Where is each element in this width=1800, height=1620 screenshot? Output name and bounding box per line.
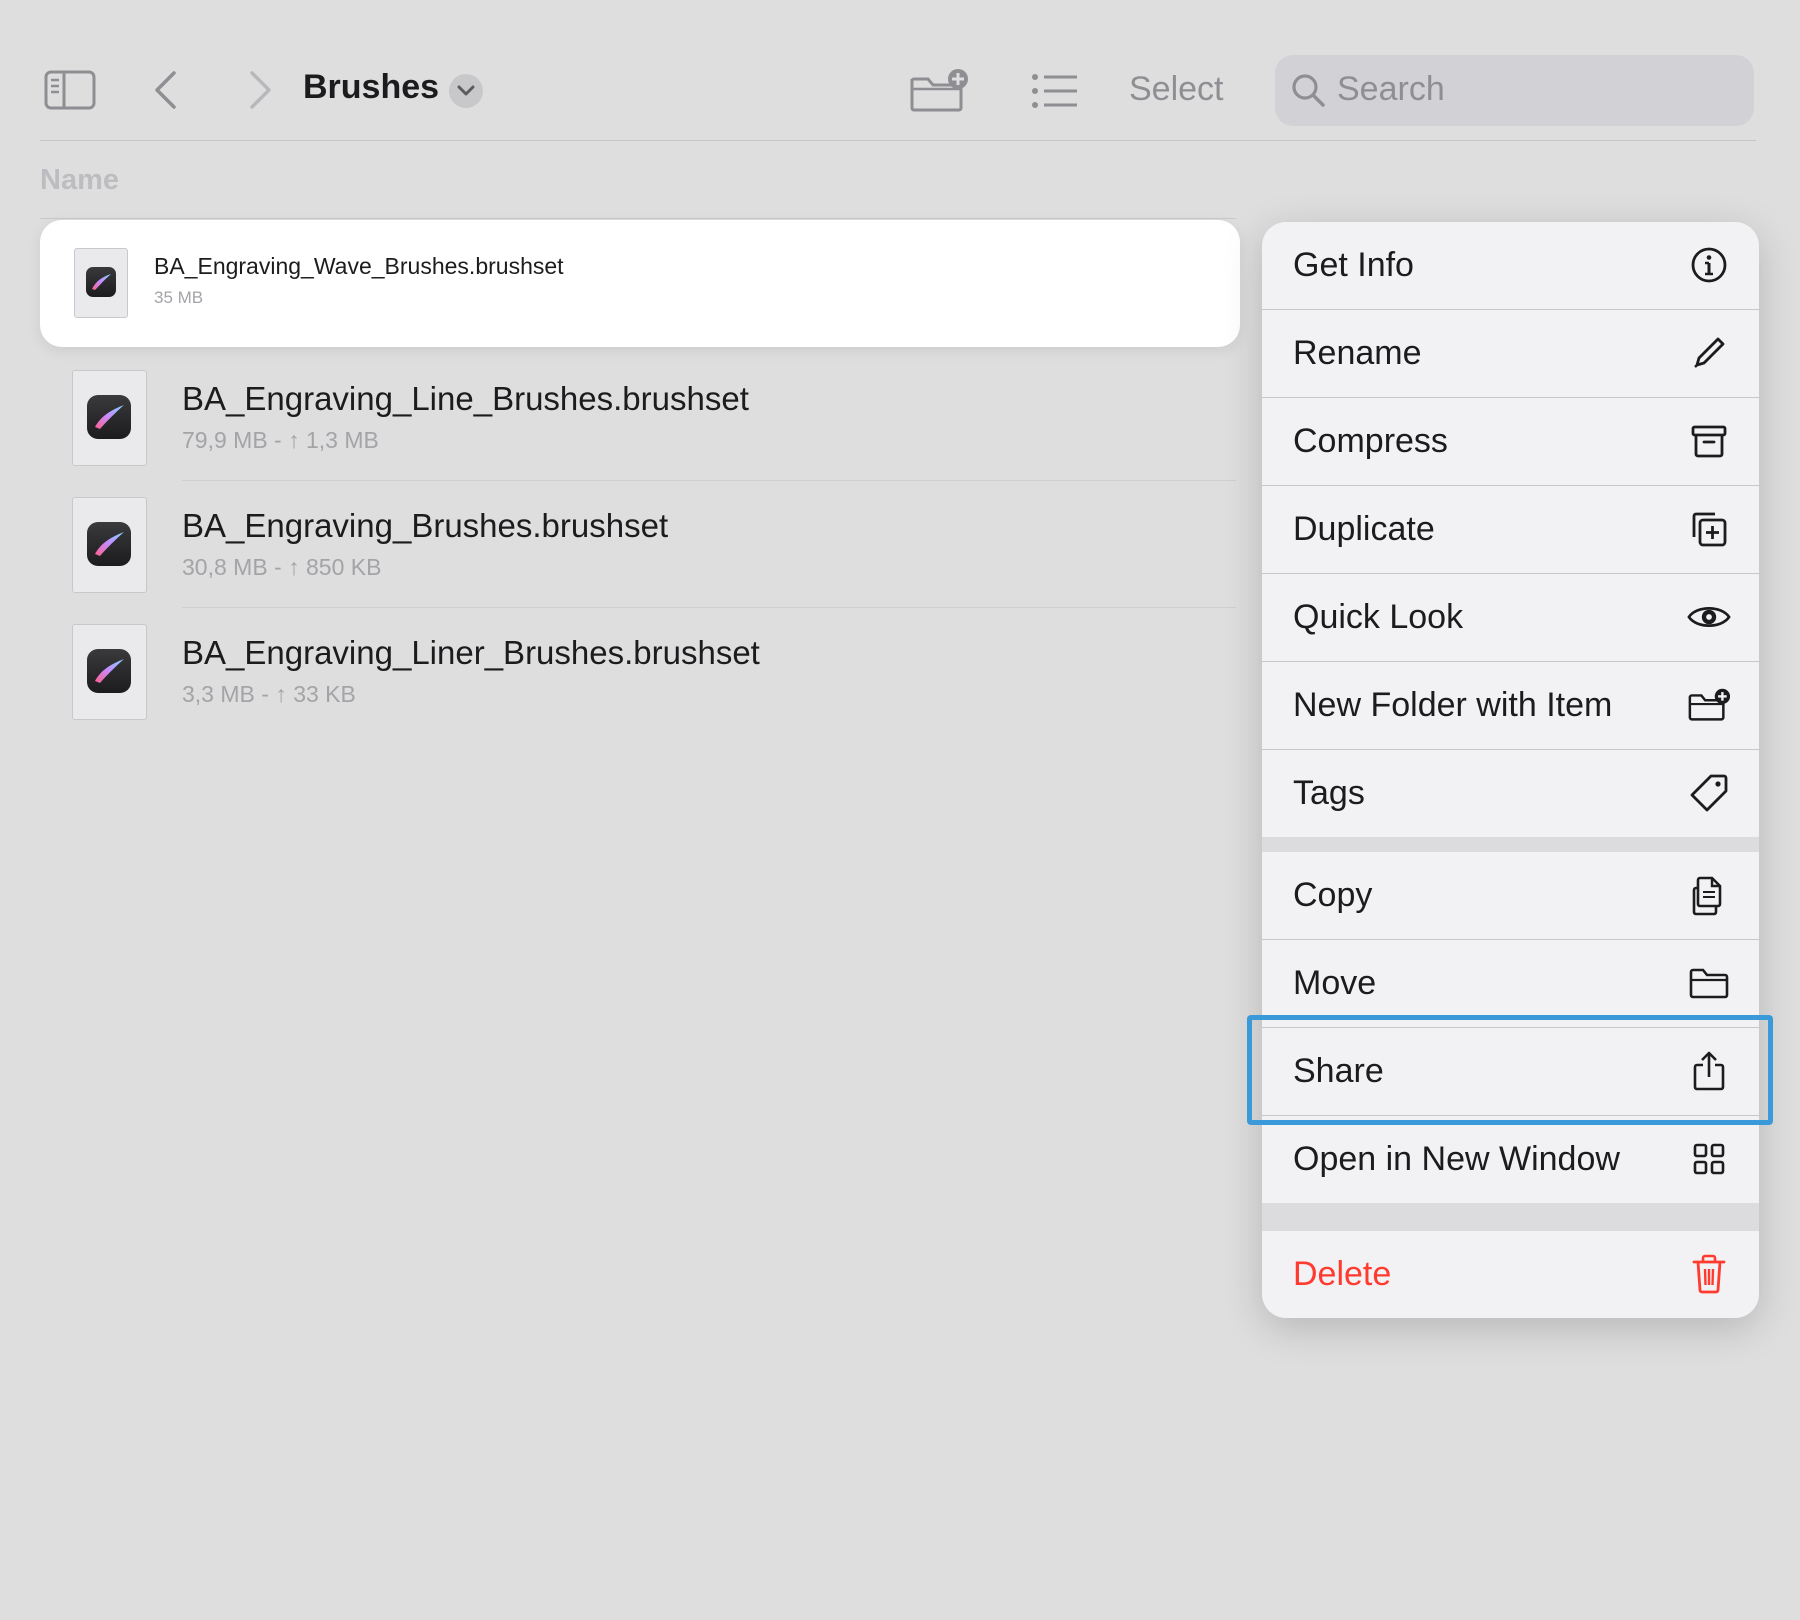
menu-item-label: Delete	[1293, 1255, 1392, 1293]
info-icon	[1687, 243, 1731, 287]
file-thumbnail	[72, 624, 147, 720]
procreate-app-icon	[87, 649, 131, 693]
new-folder-button[interactable]	[909, 66, 971, 114]
tag-icon	[1687, 771, 1731, 815]
folder-icon	[1687, 961, 1731, 1005]
procreate-app-icon	[87, 522, 131, 566]
context-menu: Get Info Rename Compress Duplicate Quick…	[1262, 222, 1759, 1318]
folder-plus-icon	[1687, 683, 1731, 727]
menu-item-delete[interactable]: Delete	[1262, 1231, 1759, 1318]
menu-item-label: Duplicate	[1293, 510, 1435, 548]
pencil-icon	[1687, 331, 1731, 375]
toolbar-divider	[40, 140, 1756, 141]
chevron-right-icon	[250, 71, 271, 109]
file-meta: 30,8 MB - ↑ 850 KB	[182, 554, 382, 580]
menu-item-label: Quick Look	[1293, 598, 1464, 636]
file-meta: 3,3 MB - ↑ 33 KB	[182, 681, 356, 707]
trash-icon	[1687, 1252, 1731, 1296]
forward-button[interactable]	[244, 68, 278, 112]
menu-item-label: New Folder with Item	[1293, 686, 1613, 724]
menu-item-get-info[interactable]: Get Info	[1262, 222, 1759, 309]
magnifier-icon	[1290, 72, 1326, 108]
menu-item-new-folder-with-item[interactable]: New Folder with Item	[1262, 662, 1759, 749]
procreate-app-icon	[86, 267, 116, 297]
menu-item-label: Tags	[1293, 774, 1365, 812]
menu-item-quick-look[interactable]: Quick Look	[1262, 574, 1759, 661]
menu-item-label: Get Info	[1293, 246, 1414, 284]
menu-item-compress[interactable]: Compress	[1262, 398, 1759, 485]
search-placeholder: Search	[1337, 70, 1445, 108]
procreate-app-icon	[87, 395, 131, 439]
selected-file-row[interactable]: BA_Engraving_Wave_Brushes.brushset 35 MB	[40, 220, 1240, 347]
chevron-left-icon	[155, 71, 176, 109]
menu-item-label: Move	[1293, 964, 1377, 1002]
file-meta: 79,9 MB - ↑ 1,3 MB	[182, 427, 379, 453]
grid-icon	[1687, 1137, 1731, 1181]
chevron-down-icon	[457, 85, 475, 96]
search-field[interactable]: Search	[1275, 55, 1754, 126]
duplicate-icon	[1687, 507, 1731, 551]
file-meta: 35 MB	[154, 288, 204, 307]
sidebar-icon[interactable]	[42, 68, 98, 112]
menu-item-duplicate[interactable]: Duplicate	[1262, 486, 1759, 573]
list-icon	[1032, 74, 1077, 108]
archive-box-icon	[1687, 419, 1731, 463]
header-divider	[40, 218, 1236, 219]
menu-item-label: Copy	[1293, 876, 1373, 914]
row-divider	[182, 480, 1236, 481]
eye-icon	[1687, 595, 1731, 639]
select-button[interactable]: Select	[1129, 70, 1224, 109]
menu-item-rename[interactable]: Rename	[1262, 310, 1759, 397]
back-button[interactable]	[148, 68, 182, 112]
file-name: BA_Engraving_Liner_Brushes.brushset	[182, 634, 760, 671]
menu-item-label: Compress	[1293, 422, 1448, 460]
menu-item-copy[interactable]: Copy	[1262, 852, 1759, 939]
copy-document-icon	[1687, 873, 1731, 917]
file-name: BA_Engraving_Wave_Brushes.brushset	[154, 253, 564, 279]
column-header-name[interactable]: Name	[40, 164, 119, 197]
file-thumbnail	[72, 497, 147, 593]
menu-item-open-in-new-window[interactable]: Open in New Window	[1262, 1116, 1759, 1203]
file-thumbnail	[74, 248, 128, 318]
file-name: BA_Engraving_Line_Brushes.brushset	[182, 380, 749, 417]
menu-item-move[interactable]: Move	[1262, 940, 1759, 1027]
folder-plus-icon	[910, 69, 968, 112]
menu-item-label: Open in New Window	[1293, 1140, 1620, 1178]
page-title[interactable]: Brushes	[303, 68, 439, 107]
title-menu-button[interactable]	[449, 74, 483, 108]
view-options-button[interactable]	[1031, 70, 1079, 112]
file-thumbnail	[72, 370, 147, 466]
menu-item-tags[interactable]: Tags	[1262, 750, 1759, 837]
file-name: BA_Engraving_Brushes.brushset	[182, 507, 669, 544]
menu-item-label: Rename	[1293, 334, 1422, 372]
row-divider	[182, 607, 1236, 608]
share-highlight-box	[1247, 1015, 1773, 1125]
